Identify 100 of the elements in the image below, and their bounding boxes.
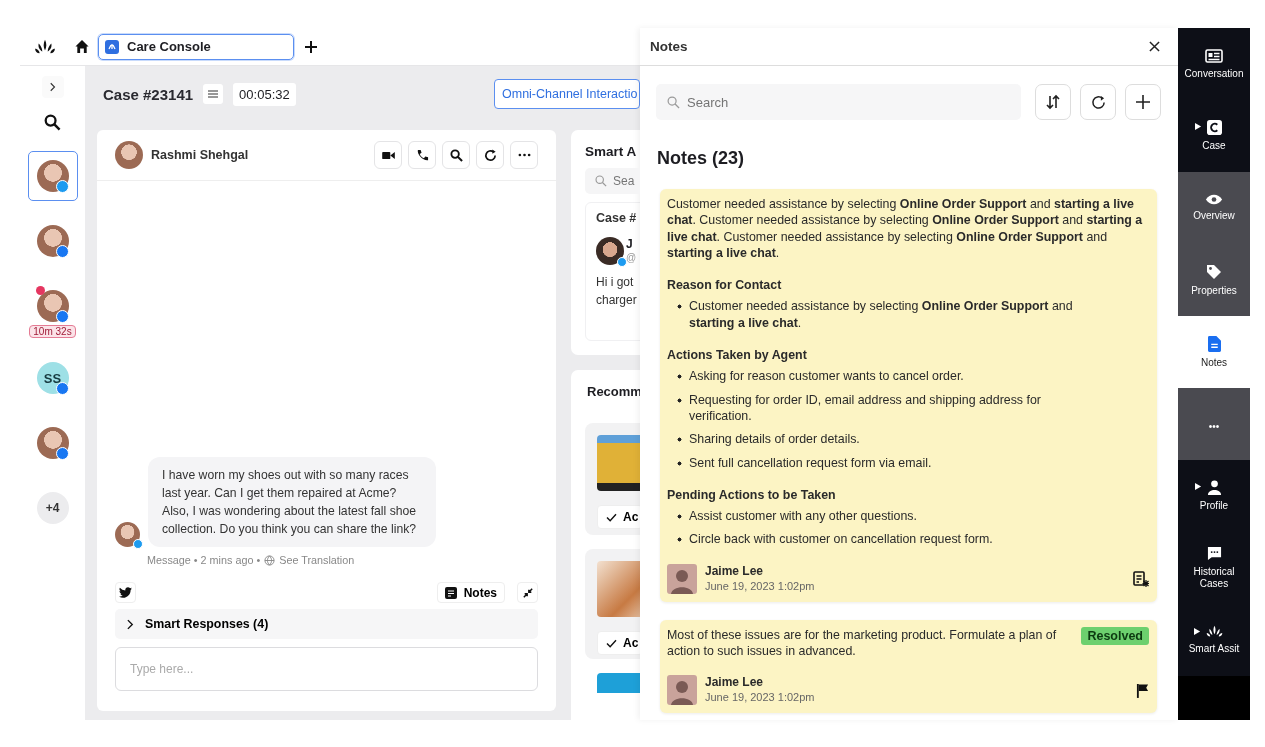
contact-item[interactable]: SS — [27, 353, 78, 403]
case-icon — [1206, 120, 1222, 135]
smart-responses-toggle[interactable]: Smart Responses (4) — [115, 609, 538, 639]
status-badge: Resolved — [1081, 626, 1149, 646]
more-count: +4 — [36, 492, 69, 524]
twitter-button[interactable] — [115, 582, 136, 603]
bird-icon — [119, 587, 132, 598]
note-sparkle-icon[interactable] — [1133, 570, 1149, 587]
side-nav-item[interactable]: Notes — [1178, 316, 1250, 388]
search-button[interactable] — [442, 141, 470, 169]
notes-button[interactable]: Notes — [436, 582, 505, 603]
card-icon — [1205, 48, 1223, 63]
case-card-text: Hi i got — [596, 274, 634, 291]
photo-placeholder — [597, 673, 640, 693]
sort-button[interactable] — [1035, 84, 1071, 120]
notes-heading: Notes (23) — [657, 148, 746, 169]
caret-icon — [1194, 483, 1202, 490]
avatar — [36, 225, 69, 257]
video-camera-icon — [381, 150, 395, 160]
flag-icon[interactable] — [1136, 682, 1149, 698]
eye-icon — [1205, 194, 1223, 205]
logo-icon — [1205, 625, 1223, 638]
case-timer: 00:05:32 — [233, 82, 296, 106]
search-icon[interactable] — [44, 114, 61, 131]
side-nav-item[interactable]: Historical Cases — [1178, 532, 1250, 604]
phone-icon — [415, 148, 429, 162]
menu-icon — [208, 90, 219, 98]
author-name: Jaime Lee — [705, 675, 765, 691]
smart-assist-title: Smart A — [585, 144, 637, 159]
caret-icon — [1194, 123, 1202, 130]
refresh-button[interactable] — [476, 141, 504, 169]
side-nav-item[interactable]: ••• — [1178, 388, 1250, 460]
note-date: June 19, 2023 1:02pm — [705, 578, 816, 594]
refresh-icon — [1090, 94, 1106, 110]
document-icon — [1207, 335, 1221, 352]
side-nav-item[interactable]: Overview — [1178, 172, 1250, 244]
channel-button[interactable]: Omni-Channel Interactio — [494, 79, 640, 109]
accept-button[interactable]: Ac — [597, 505, 640, 529]
author-avatar — [667, 675, 697, 706]
contact-item[interactable]: +4 — [27, 483, 78, 533]
check-icon — [606, 512, 617, 522]
author-name: Jaime Lee — [705, 563, 765, 579]
case-card[interactable]: Case # J @ Hi i got charger — [585, 202, 640, 341]
refresh-icon — [483, 148, 497, 162]
chevron-right-icon — [49, 82, 56, 92]
side-nav-item[interactable]: Conversation — [1178, 28, 1250, 100]
message-meta: Message • 2 mins ago • — [147, 554, 261, 566]
photo-placeholder — [597, 435, 640, 491]
case-title: Case #23141 — [103, 85, 194, 103]
customer-handle: @ — [626, 251, 637, 264]
video-call-button[interactable] — [374, 141, 402, 169]
collapse-button[interactable] — [517, 582, 538, 603]
alert-dot — [35, 286, 45, 295]
avatar — [36, 160, 69, 192]
note-text: Customer needed assistance by selecting Online Order Support and starting a live chat. Customer needed assistance by selecting Online Order Support and starting a live chat. Customer needed assistance by selecting Online Order Support and starting a live chat. — [667, 196, 1144, 262]
case-card-text: charger — [596, 292, 637, 309]
avatar — [36, 427, 69, 459]
message-input[interactable]: Type here... — [115, 647, 538, 691]
tag-icon — [1206, 263, 1222, 280]
chat-bubble-icon — [1206, 546, 1222, 561]
care-console-tab[interactable]: Care Console — [98, 33, 294, 60]
section-heading: Actions Taken by Agent — [667, 347, 808, 364]
app-icon — [105, 39, 119, 54]
note-text: Most of these issues are for the marketing product. Formulate a plan of action to such issues in advanced. — [667, 626, 1058, 660]
expand-button[interactable] — [41, 76, 64, 98]
check-icon — [606, 638, 617, 648]
see-translation-link[interactable]: See Translation — [279, 554, 355, 566]
phone-button[interactable] — [408, 141, 436, 169]
case-card-title: Case # — [596, 211, 637, 225]
side-nav-item[interactable]: Properties — [1178, 244, 1250, 316]
photo-placeholder — [597, 561, 640, 617]
globe-icon — [264, 554, 276, 566]
refresh-button[interactable] — [1080, 84, 1116, 120]
chevron-right-icon — [127, 618, 134, 630]
wait-timer: 10m 32s — [29, 325, 76, 338]
assist-search-field[interactable]: Sea — [585, 168, 640, 194]
note-icon — [444, 586, 457, 599]
search-icon — [449, 148, 463, 162]
plus-icon[interactable] — [304, 39, 318, 54]
side-nav-item[interactable]: Smart Assit — [1178, 604, 1250, 676]
side-nav-item[interactable]: Profile — [1178, 460, 1250, 532]
notes-search-field[interactable]: Search — [656, 84, 1021, 120]
twitter-badge-icon — [133, 539, 143, 549]
contact-item[interactable] — [27, 151, 78, 201]
add-note-button[interactable] — [1125, 84, 1161, 120]
close-icon[interactable] — [1149, 41, 1160, 52]
sort-arrows-icon — [1045, 94, 1061, 110]
more-icon — [517, 153, 531, 157]
contact-avatar — [115, 141, 143, 169]
collapse-arrows-icon — [522, 587, 533, 598]
note-date: June 19, 2023 1:02pm — [705, 690, 816, 706]
section-heading: Pending Actions to be Taken — [667, 486, 837, 504]
panel-title: Notes — [650, 39, 688, 54]
home-icon[interactable] — [74, 39, 90, 54]
customer-name: J — [626, 238, 634, 251]
plus-icon — [1135, 94, 1151, 110]
side-nav-item[interactable]: Case — [1178, 100, 1250, 172]
accept-button[interactable]: Ac — [597, 631, 640, 655]
menu-button[interactable] — [203, 84, 224, 104]
contact-name: Rashmi Shehgal — [151, 148, 249, 162]
